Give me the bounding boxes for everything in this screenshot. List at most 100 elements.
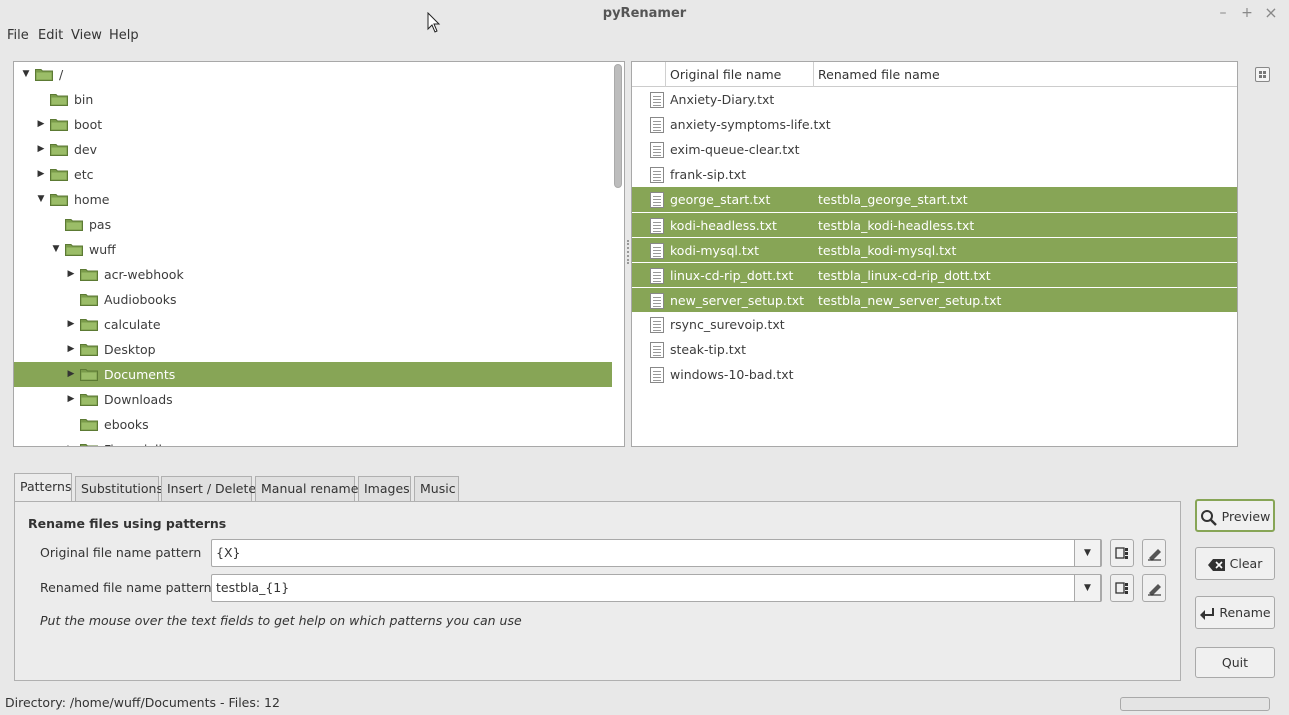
file-list[interactable]: Original file name Renamed file name Anx… — [631, 61, 1238, 447]
tree-item-label: Downloads — [104, 392, 173, 407]
tab-patterns[interactable]: Patterns — [14, 473, 72, 502]
minimize-button[interactable]: – — [1215, 5, 1231, 21]
tree-item[interactable]: ebooks — [14, 412, 612, 437]
rename-button[interactable]: Rename — [1195, 596, 1275, 629]
tree-item[interactable]: ▶ boot — [14, 112, 612, 137]
clear-pattern-button[interactable] — [1142, 574, 1166, 602]
tree-item[interactable]: ▶ acr-webhook — [14, 262, 612, 287]
clear-button[interactable]: Clear — [1195, 547, 1275, 580]
expander-open-icon[interactable]: ▼ — [20, 62, 32, 87]
menu-view[interactable]: View — [71, 28, 102, 43]
text-file-icon — [650, 268, 664, 284]
window-title: pyRenamer — [602, 6, 687, 21]
file-list-header: Original file name Renamed file name — [632, 62, 1237, 87]
eraser-icon — [1148, 584, 1161, 596]
expander-closed-icon[interactable]: ▶ — [35, 137, 47, 162]
file-row[interactable]: exim-queue-clear.txt — [632, 137, 1237, 162]
close-button[interactable]: × — [1263, 5, 1279, 21]
add-pattern-button[interactable] — [1110, 539, 1134, 567]
tree-item[interactable]: Audiobooks — [14, 287, 612, 312]
file-row[interactable]: windows-10-bad.txt — [632, 362, 1237, 387]
progress-bar — [1120, 697, 1270, 711]
chevron-down-icon[interactable]: ▼ — [1074, 574, 1101, 602]
text-file-icon — [650, 317, 664, 333]
text-file-icon — [650, 293, 664, 309]
search-icon — [1200, 509, 1217, 526]
add-pattern-button[interactable] — [1110, 574, 1134, 602]
tree-item[interactable]: ▼ / — [14, 62, 612, 87]
icon-column-header[interactable] — [632, 62, 666, 87]
file-row[interactable]: Anxiety-Diary.txt — [632, 87, 1237, 112]
menu-bar: File Edit View Help — [0, 28, 700, 46]
original-file-name: anxiety-symptoms-life.txt — [670, 117, 831, 132]
tab-music[interactable]: Music — [414, 476, 459, 502]
file-row[interactable]: anxiety-symptoms-life.txt — [632, 112, 1237, 137]
menu-edit[interactable]: Edit — [38, 28, 63, 43]
tree-item[interactable]: ▶ Documents — [14, 362, 612, 387]
options-icon[interactable] — [1255, 67, 1270, 82]
tab-substitutions[interactable]: Substitutions — [75, 476, 163, 502]
maximize-button[interactable]: + — [1239, 5, 1255, 21]
tab-manual-rename[interactable]: Manual rename — [255, 476, 358, 502]
directory-tree[interactable]: ▶Finanziellesebooks▶Downloads▶Documents▶… — [13, 61, 625, 447]
expander-closed-icon[interactable]: ▶ — [65, 387, 77, 412]
tree-scrollbar[interactable] — [614, 64, 622, 188]
save-pattern-icon — [1115, 547, 1128, 559]
original-pattern-combo: ▼ — [211, 539, 1102, 567]
tree-item[interactable]: ▶ calculate — [14, 312, 612, 337]
expander-closed-icon[interactable]: ▶ — [65, 437, 77, 446]
file-row[interactable]: kodi-headless.txt testbla_kodi-headless.t… — [632, 212, 1237, 237]
tree-item-label: Audiobooks — [104, 292, 177, 307]
tree-item[interactable]: ▶ Desktop — [14, 337, 612, 362]
original-name-column-header[interactable]: Original file name — [666, 62, 814, 87]
patterns-panel: Rename files using patterns Original fil… — [14, 501, 1181, 681]
expander-closed-icon[interactable]: ▶ — [65, 312, 77, 337]
expander-closed-icon[interactable]: ▶ — [65, 337, 77, 362]
preview-label: Preview — [1221, 509, 1271, 524]
preview-button[interactable]: Preview — [1195, 499, 1275, 532]
file-row[interactable]: linux-cd-rip_dott.txt testbla_linux-cd-ri… — [632, 262, 1237, 287]
text-file-icon — [650, 117, 664, 133]
status-bar-text: Directory: /home/wuff/Documents - Files:… — [5, 695, 280, 710]
enter-arrow-icon — [1200, 607, 1215, 620]
menu-file[interactable]: File — [7, 28, 29, 43]
expander-closed-icon[interactable]: ▶ — [35, 162, 47, 187]
file-row[interactable]: frank-sip.txt — [632, 162, 1237, 187]
tree-item[interactable]: ▶ Finanzielles — [14, 437, 612, 446]
original-pattern-input[interactable] — [216, 545, 1056, 560]
expander-open-icon[interactable]: ▼ — [50, 237, 62, 262]
chevron-down-icon[interactable]: ▼ — [1074, 539, 1101, 567]
file-row[interactable]: steak-tip.txt — [632, 337, 1237, 362]
file-row[interactable]: new_server_setup.txt testbla_new_server_s… — [632, 287, 1237, 312]
menu-help[interactable]: Help — [109, 28, 139, 43]
folder-icon — [80, 268, 98, 281]
tree-item[interactable]: ▼ home — [14, 187, 612, 212]
eraser-icon — [1148, 549, 1161, 561]
tree-item[interactable]: ▶ etc — [14, 162, 612, 187]
quit-button[interactable]: Quit — [1195, 647, 1275, 678]
folder-icon — [50, 168, 68, 181]
expander-closed-icon[interactable]: ▶ — [65, 362, 77, 387]
tree-item[interactable]: ▶ dev — [14, 137, 612, 162]
tab-insert-delete[interactable]: Insert / Delete — [161, 476, 256, 502]
tree-item[interactable]: ▼ wuff — [14, 237, 612, 262]
file-row[interactable]: george_start.txt testbla_george_start.txt — [632, 187, 1237, 212]
tree-item[interactable]: bin — [14, 87, 612, 112]
tree-item-label: Finanzielles — [104, 442, 176, 446]
pane-splitter[interactable] — [627, 240, 629, 264]
clear-pattern-button[interactable] — [1142, 539, 1166, 567]
expander-open-icon[interactable]: ▼ — [35, 187, 47, 212]
file-row[interactable]: rsync_surevoip.txt — [632, 312, 1237, 337]
renamed-pattern-input[interactable] — [216, 580, 1056, 595]
renamed-name-column-header[interactable]: Renamed file name — [814, 62, 1237, 87]
expander-closed-icon[interactable]: ▶ — [65, 262, 77, 287]
folder-icon — [50, 118, 68, 131]
tree-item[interactable]: ▶ Downloads — [14, 387, 612, 412]
file-row[interactable]: kodi-mysql.txt testbla_kodi-mysql.txt — [632, 237, 1237, 262]
folder-icon — [80, 418, 98, 431]
tree-item-label: boot — [74, 117, 103, 132]
expander-closed-icon[interactable]: ▶ — [35, 112, 47, 137]
tree-item-label: Desktop — [104, 342, 156, 357]
tree-item[interactable]: pas — [14, 212, 612, 237]
tab-images[interactable]: Images — [358, 476, 411, 502]
